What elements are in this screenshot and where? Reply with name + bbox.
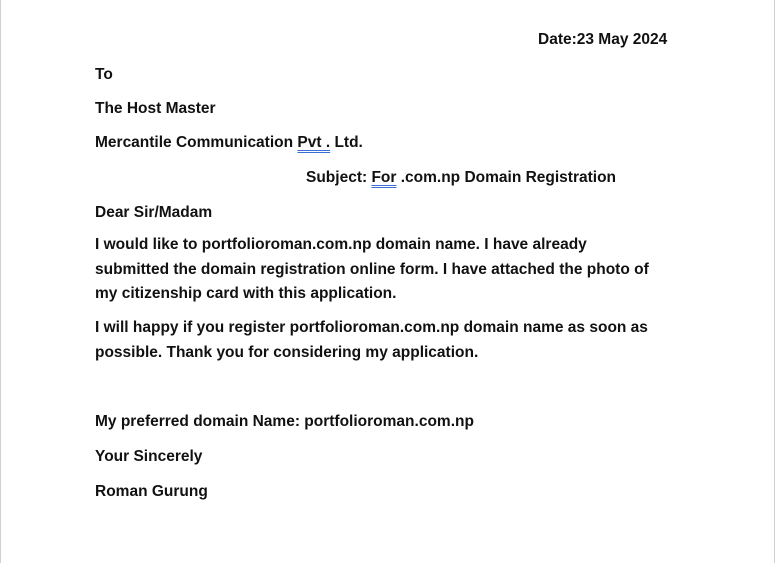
paragraph-line: submitted the domain registration online… [95,260,649,278]
company-prefix: Mercantile Communication [95,134,298,151]
salutation: Dear Sir/Madam [95,204,213,221]
body-paragraph-1: I would like to portfolioroman.com.np do… [95,233,695,307]
paragraph-line: possible. Thank you for considering my a… [95,343,479,361]
company-suffix: Ltd. [330,134,363,151]
subject-prefix: Subject: [306,169,372,186]
signature-name: Roman Gurung [95,483,208,500]
grammar-flagged-text[interactable]: For [371,169,396,186]
recipient-line: The Host Master [95,100,216,117]
letter-date: Date:23 May 2024 [538,31,668,48]
subject-suffix: .com.np Domain Registration [396,169,617,186]
subject-line: Subject: For .com.np Domain Registration [306,168,616,188]
closing-line: Your Sincerely [95,448,203,465]
to-line: To [95,66,113,83]
grammar-flagged-text[interactable]: Pvt . [297,134,330,151]
paragraph-line: my citizenship card with this applicatio… [95,285,397,302]
body-paragraph-2: I will happy if you register portfolioro… [95,316,695,365]
company-line: Mercantile Communication Pvt . Ltd. [95,133,363,153]
paragraph-line: I would like to portfolioroman.com.np do… [95,236,587,253]
preferred-domain-line: My preferred domain Name: portfolioroman… [95,413,474,430]
paragraph-line: I will happy if you register portfolioro… [95,319,648,336]
document-page: Date:23 May 2024 To The Host Master Merc… [0,0,775,563]
